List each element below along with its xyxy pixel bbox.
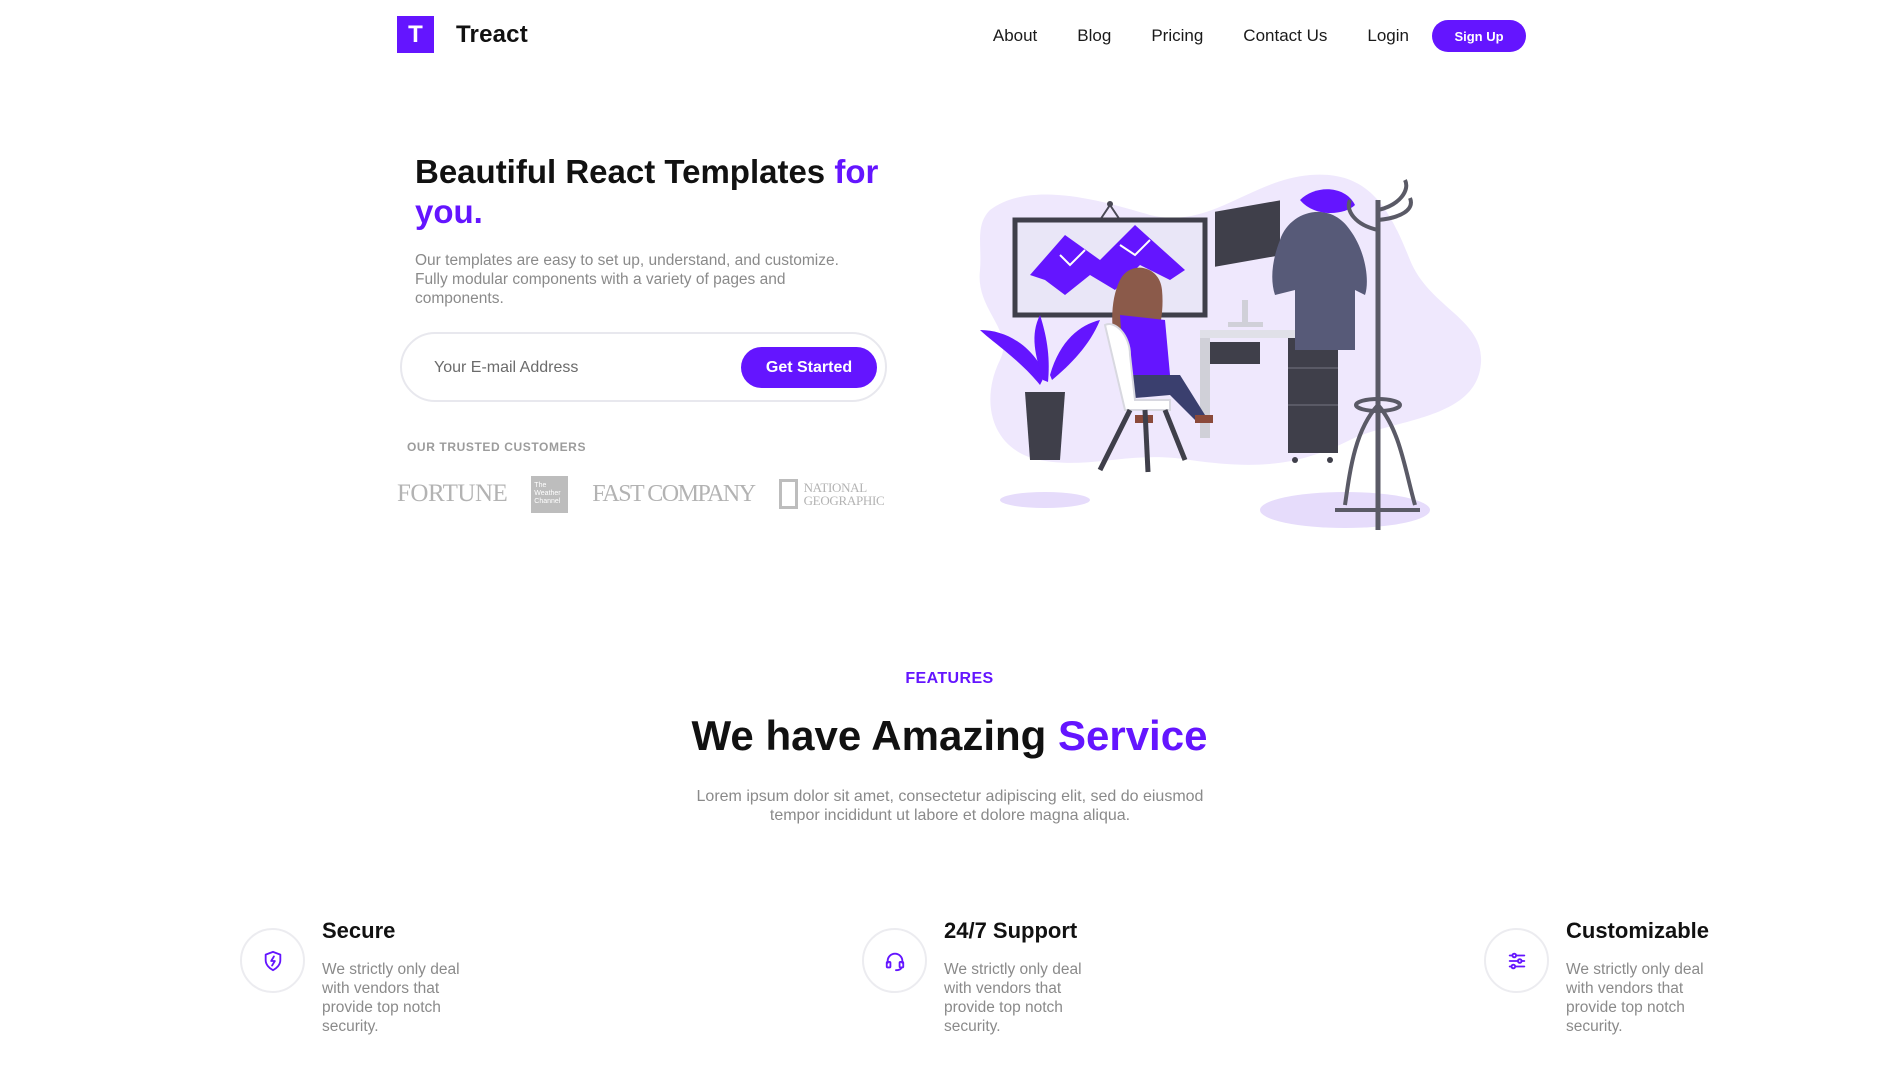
fortune-logo: FORTUNE (397, 480, 508, 507)
sliders-icon (1484, 928, 1549, 993)
plant-shadow (1000, 492, 1090, 508)
features-description: Lorem ipsum dolor sit amet, consectetur … (696, 788, 1204, 824)
logo-mark: T (397, 16, 434, 53)
hero-description: Our templates are easy to set up, unders… (415, 252, 839, 307)
shield-icon (240, 928, 305, 993)
feature-description: We strictly only deal with vendors that … (1566, 961, 1704, 1035)
nav-about[interactable]: About (993, 26, 1037, 46)
sign-up-button[interactable]: Sign Up (1432, 20, 1526, 52)
features-title-accent: Service (1057, 712, 1208, 759)
main-nav: About Blog Pricing Contact Us Login Sign… (993, 20, 1526, 52)
desk-drawers (1288, 338, 1338, 453)
feature-description: We strictly only deal with vendors that … (944, 961, 1082, 1035)
feature-card-secure: Secure We strictly only deal with vendor… (240, 918, 500, 1048)
nav-login[interactable]: Login (1367, 26, 1409, 46)
features-title-main: We have Amazing (691, 712, 1058, 759)
natgeo-frame-icon (778, 479, 798, 509)
feature-card-customizable: Customizable We strictly only deal with … (1484, 918, 1744, 1048)
nav-pricing[interactable]: Pricing (1151, 26, 1203, 46)
email-signup-form: Get Started (400, 332, 887, 402)
feature-title: Secure (322, 918, 396, 943)
natgeo-line-2: GEOGRAPHIC (803, 493, 885, 508)
weather-channel-logo: The Weather Channel (531, 475, 569, 513)
trusted-customers-label: OUR TRUSTED CUSTOMERS (407, 440, 587, 454)
feature-title: 24/7 Support (944, 918, 1078, 943)
fast-company-logo: FAST COMPANY (592, 480, 756, 507)
logo[interactable]: T Treact (397, 16, 528, 53)
features-label: FEATURES (905, 670, 994, 687)
national-geographic-logo: NATIONAL GEOGRAPHIC (778, 479, 885, 509)
customer-logos: FORTUNE The Weather Channel FAST COMPANY… (397, 474, 908, 514)
hero-title-main: Beautiful React Templates (415, 153, 835, 190)
email-input[interactable] (434, 354, 724, 382)
brand-name: Treact (456, 20, 528, 48)
get-started-button[interactable]: Get Started (741, 347, 877, 388)
hero-title: Beautiful React Templates for you. (415, 152, 885, 232)
feature-title: Customizable (1566, 918, 1710, 943)
nav-contact-us[interactable]: Contact Us (1243, 26, 1327, 46)
hero-illustration (979, 174, 1482, 530)
monitor (1215, 200, 1280, 267)
headset-icon (862, 928, 927, 993)
nav-blog[interactable]: Blog (1077, 26, 1111, 46)
feature-card-support: 24/7 Support We strictly only deal with … (862, 918, 1122, 1048)
site-header: T Treact About Blog Pricing Contact Us L… (0, 0, 1899, 72)
features-title: We have Amazing Service (0, 712, 1899, 760)
feature-description: We strictly only deal with vendors that … (322, 961, 460, 1035)
